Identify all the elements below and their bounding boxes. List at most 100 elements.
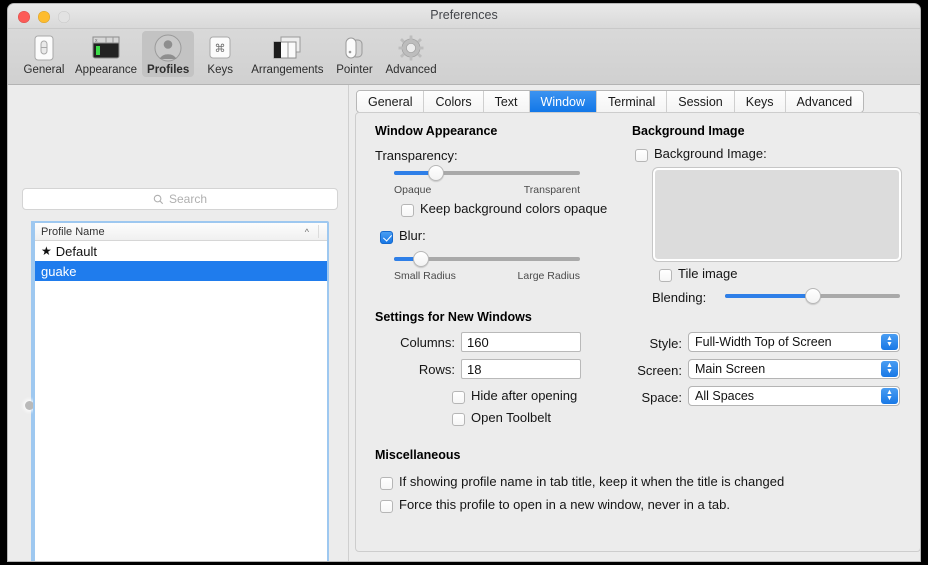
columns-field[interactable]: 160 xyxy=(461,332,581,352)
toolbar-item-profiles[interactable]: Profiles xyxy=(142,31,195,77)
blur-label: Blur: xyxy=(399,228,426,243)
list-item[interactable]: ★ Default xyxy=(35,241,327,261)
settings-pane: General Colors Text Window Terminal Sess… xyxy=(349,85,920,561)
transparency-slider[interactable] xyxy=(394,165,580,181)
keep-tab-title-checkbox[interactable] xyxy=(380,477,393,490)
section-title-miscellaneous: Miscellaneous xyxy=(375,448,461,462)
toolbar-item-keys[interactable]: ⌘ Keys xyxy=(194,31,246,77)
toolbar-item-appearance[interactable]: x Appearance xyxy=(70,31,142,77)
list-item[interactable]: guake xyxy=(35,261,327,281)
chevron-up-icon: ^ xyxy=(304,226,309,237)
advanced-icon xyxy=(396,33,426,63)
blending-slider[interactable] xyxy=(725,288,900,304)
pointer-icon xyxy=(339,33,369,63)
columns-label: Columns: xyxy=(400,335,455,350)
toolbar-label: Profiles xyxy=(147,64,190,76)
slider-fill xyxy=(725,294,813,298)
rows-label: Rows: xyxy=(418,362,455,377)
default-profile-star-icon: ★ xyxy=(41,244,52,258)
preferences-window: Preferences General x Appearance Profile… xyxy=(8,4,920,561)
toolbar-label: Keys xyxy=(207,64,233,76)
slider-knob[interactable] xyxy=(428,165,444,181)
blur-min-label: Small Radius xyxy=(394,270,456,282)
space-value: All Spaces xyxy=(695,389,755,403)
chevron-updown-icon: ▲ ▼ xyxy=(881,361,898,377)
toolbar-item-general[interactable]: General xyxy=(18,31,70,77)
tab-session[interactable]: Session xyxy=(667,91,735,112)
slider-knob[interactable] xyxy=(804,288,821,304)
space-dropdown[interactable]: All Spaces ▲ ▼ xyxy=(688,386,900,406)
space-label: Space: xyxy=(641,390,682,405)
keep-background-colors-opaque-label: Keep background colors opaque xyxy=(420,201,608,216)
keep-tab-title-label: If showing profile name in tab title, ke… xyxy=(399,474,785,489)
transparency-max-label: Transparent xyxy=(523,184,580,196)
hide-after-opening-checkbox[interactable] xyxy=(452,391,465,404)
tile-image-label: Tile image xyxy=(678,266,738,281)
toolbar-item-advanced[interactable]: Advanced xyxy=(380,31,441,77)
toolbar-label: General xyxy=(23,64,65,76)
tab-terminal[interactable]: Terminal xyxy=(597,91,668,112)
toolbar-item-arrangements[interactable]: Arrangements xyxy=(246,31,328,77)
section-title-window-appearance: Window Appearance xyxy=(375,124,498,138)
tab-colors[interactable]: Colors xyxy=(424,91,484,112)
blur-checkbox[interactable] xyxy=(380,231,393,244)
appearance-icon: x xyxy=(91,33,121,63)
tab-window[interactable]: Window xyxy=(529,91,598,112)
transparency-min-label: Opaque xyxy=(394,184,432,196)
screen-label: Screen: xyxy=(637,363,682,378)
section-title-background-image: Background Image xyxy=(632,124,745,138)
style-value: Full-Width Top of Screen xyxy=(695,335,832,349)
section-title-settings-new-windows: Settings for New Windows xyxy=(375,310,532,324)
blur-radius-slider[interactable] xyxy=(394,251,580,267)
screen-dropdown[interactable]: Main Screen ▲ ▼ xyxy=(688,359,900,379)
toolbar-label: Appearance xyxy=(75,64,138,76)
search-icon xyxy=(153,194,164,204)
list-item-label: guake xyxy=(41,263,77,279)
profile-list-header[interactable]: Profile Name ^ xyxy=(35,223,327,241)
profile-list[interactable]: Profile Name ^ ★ Default guake xyxy=(33,221,329,561)
force-new-window-checkbox[interactable] xyxy=(380,500,393,513)
search-input[interactable]: Search xyxy=(22,188,338,210)
title-bar: Preferences xyxy=(8,4,920,29)
background-image-checkbox[interactable] xyxy=(635,149,648,162)
tab-keys[interactable]: Keys xyxy=(734,91,786,112)
tab-text[interactable]: Text xyxy=(483,91,530,112)
window-title: Preferences xyxy=(430,8,498,22)
background-image-label: Background Image: xyxy=(654,146,767,161)
style-label: Style: xyxy=(649,336,682,351)
search-placeholder: Search xyxy=(168,192,208,206)
force-new-window-label: Force this profile to open in a new wind… xyxy=(399,497,730,512)
column-header-profile-name: Profile Name xyxy=(41,225,105,238)
tab-advanced[interactable]: Advanced xyxy=(785,91,864,112)
screen-value: Main Screen xyxy=(695,362,766,376)
hide-after-opening-label: Hide after opening xyxy=(471,388,578,403)
chevron-updown-icon: ▲ ▼ xyxy=(881,334,898,350)
settings-tab-bar: General Colors Text Window Terminal Sess… xyxy=(356,90,865,113)
toolbar-label: Pointer xyxy=(336,64,373,76)
chevron-updown-icon: ▲ ▼ xyxy=(881,388,898,404)
general-icon xyxy=(29,33,59,63)
tile-image-checkbox[interactable] xyxy=(659,269,672,282)
toolbar-label: Arrangements xyxy=(251,64,324,76)
toolbar-item-pointer[interactable]: Pointer xyxy=(328,31,380,77)
content-area: Search Profile Name ^ ★ Default guake Ge… xyxy=(8,85,920,561)
blending-label: Blending: xyxy=(652,290,707,305)
open-toolbelt-label: Open Toolbelt xyxy=(471,410,551,425)
rows-field[interactable]: 18 xyxy=(461,359,581,379)
tab-general[interactable]: General xyxy=(357,91,425,112)
svg-text:⌘: ⌘ xyxy=(215,43,226,55)
window-settings-panel: Window Appearance Transparency: Opaque T… xyxy=(355,112,920,552)
list-item-label: Default xyxy=(55,243,97,259)
toolbar-label: Advanced xyxy=(385,64,437,76)
blur-max-label: Large Radius xyxy=(517,270,580,282)
profiles-sidebar: Search Profile Name ^ ★ Default guake xyxy=(8,85,349,561)
keep-background-colors-opaque-checkbox[interactable] xyxy=(401,204,414,217)
profiles-icon xyxy=(153,33,183,63)
background-image-well[interactable] xyxy=(653,168,901,261)
column-separator xyxy=(318,225,319,238)
slider-knob[interactable] xyxy=(412,251,429,267)
arrangements-icon xyxy=(272,33,302,63)
keys-icon: ⌘ xyxy=(205,33,235,63)
style-dropdown[interactable]: Full-Width Top of Screen ▲ ▼ xyxy=(688,332,900,352)
open-toolbelt-checkbox[interactable] xyxy=(452,413,465,426)
